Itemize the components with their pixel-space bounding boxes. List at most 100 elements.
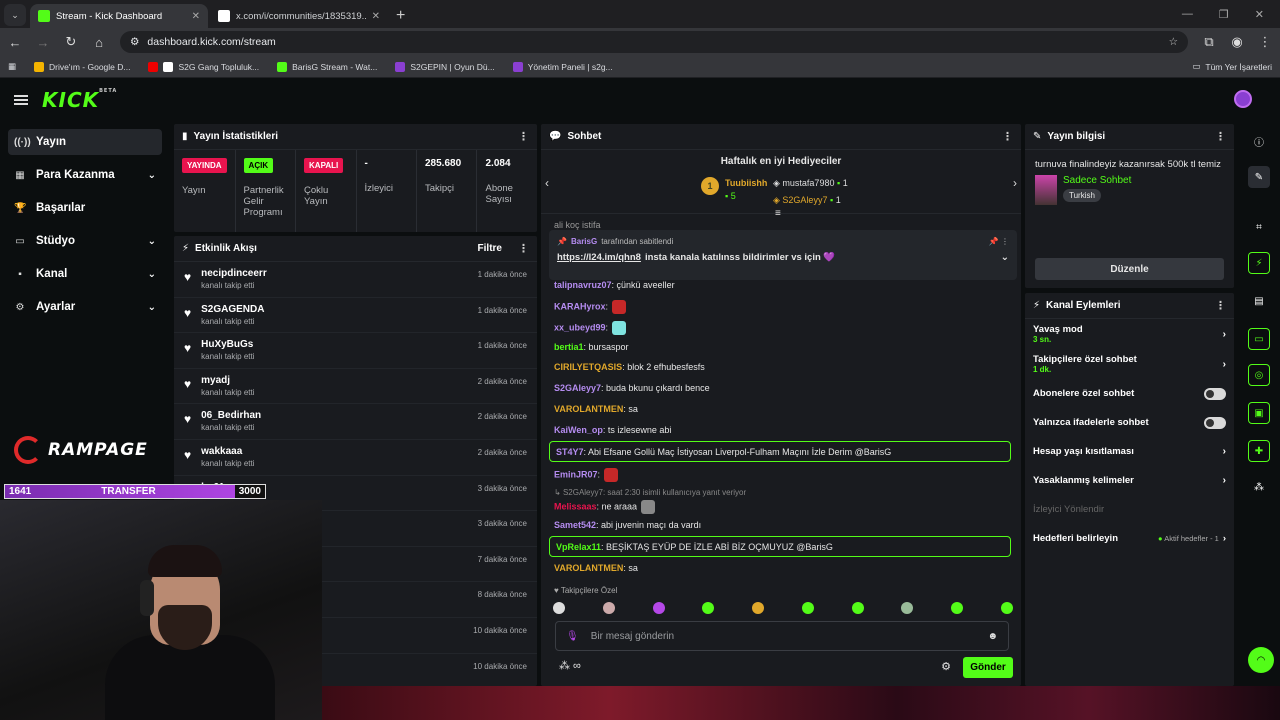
emote-icon[interactable] <box>801 602 814 614</box>
document-icon[interactable]: ▤ <box>1248 290 1270 312</box>
bolt-icon[interactable]: ⚡ <box>1248 252 1270 274</box>
emoji-icon[interactable]: ☻ <box>987 631 998 642</box>
menu-icon[interactable] <box>14 95 28 105</box>
browser-tab-kick[interactable]: Stream - Kick Dashboard ✕ <box>30 4 208 28</box>
bookmark-star-icon[interactable]: ☆ <box>1169 36 1178 48</box>
sidebar-item-para-kazanma[interactable]: ▦ Para Kazanma ⌄ <box>8 162 162 188</box>
close-window-icon[interactable]: ✕ <box>1255 8 1264 21</box>
category-link[interactable]: Sadece Sohbet <box>1063 175 1131 186</box>
bookmark-item[interactable]: Drive'ım - Google D... <box>34 61 130 72</box>
emote-icon[interactable] <box>1000 602 1013 614</box>
chevron-left-icon[interactable]: ‹ <box>545 176 549 190</box>
chat-input[interactable]: 🎙 Bir mesaj gönderin ☻ <box>555 621 1009 651</box>
extensions-icon[interactable]: ⧉ <box>1202 34 1216 50</box>
more-icon[interactable]: ⋮ <box>1215 299 1226 312</box>
kick-logo[interactable]: KICKBETA <box>42 88 117 112</box>
more-icon[interactable]: ⋮ <box>518 130 529 143</box>
panel-header: ⚡ Kanal Eylemleri ⋮ <box>1025 293 1234 319</box>
unpin-icon[interactable]: 📌 ⋮ <box>989 237 1009 246</box>
info-icon[interactable]: ⓘ <box>1248 130 1270 152</box>
send-button[interactable]: Gönder <box>963 657 1013 678</box>
s2g-icon <box>512 61 523 72</box>
banned-words-row[interactable]: Yasaklanmış kelimeler › <box>1025 466 1234 495</box>
age-restriction-row[interactable]: Hesap yaşı kısıtlaması › <box>1025 437 1234 466</box>
language-tag: Turkish <box>1063 189 1101 202</box>
emote-icon[interactable] <box>602 602 615 614</box>
stats-row: YAYINDA Yayın AÇIK Partnerlik Gelir Progra… <box>174 150 537 232</box>
heart-icon: ♥ <box>184 305 192 320</box>
address-bar: ← → ↻ ⌂ ⚙ dashboard.kick.com/stream ☆ ⧉ ◉ … <box>0 28 1280 56</box>
emote-icon[interactable] <box>652 602 665 614</box>
chat-points-icon[interactable]: ⁂ ∞ <box>559 659 581 672</box>
wrench-icon[interactable]: ✚ <box>1248 440 1270 462</box>
bookmark-item[interactable]: S2GEPIN | Oyun Dü... <box>395 61 495 72</box>
chevron-down-icon[interactable]: ⌄ <box>1001 252 1009 263</box>
stat-partnerlik: AÇIK Partnerlik Gelir Programı <box>236 150 297 232</box>
emote-icon[interactable] <box>901 602 914 614</box>
maximize-icon[interactable]: ❐ <box>1219 8 1229 21</box>
emote-icon[interactable] <box>553 602 565 614</box>
forward-icon[interactable]: → <box>36 35 50 50</box>
slow-mode-row[interactable]: Yavaş mod 3 sn. › <box>1025 319 1234 349</box>
bookmark-item[interactable]: Yönetim Paneli | s2g... <box>512 61 613 72</box>
chat-icon[interactable]: ▭ <box>1248 328 1270 350</box>
bookmark-item[interactable]: BarisG Stream - Wat... <box>277 61 377 72</box>
more-icon[interactable]: ⋮ <box>1002 130 1013 143</box>
layout-icon[interactable]: ▣ <box>1248 402 1270 424</box>
chevron-right-icon: › <box>1222 328 1226 340</box>
emote-only-toggle[interactable] <box>1204 416 1226 429</box>
emote-icon[interactable] <box>752 602 765 614</box>
status-badge: YAYINDA <box>182 158 227 173</box>
stream-title: turnuva finalindeyiz kazanırsak 500k tl … <box>1035 159 1221 170</box>
tab-search-button[interactable]: ⌄ <box>4 4 26 26</box>
more-icon[interactable]: ⋮ <box>1215 130 1226 143</box>
follower-chat-row[interactable]: Takipçilere özel sohbet 1 dk. › <box>1025 349 1234 379</box>
emote-icon[interactable] <box>851 602 864 614</box>
chat-message: EminJR07: <box>554 468 619 482</box>
user-avatar[interactable] <box>1234 90 1252 108</box>
pencil-icon[interactable]: ✎ <box>1248 166 1270 188</box>
emote-icon[interactable] <box>951 602 964 614</box>
pin-icon: 📌 <box>557 237 567 246</box>
edit-button[interactable]: Düzenle <box>1035 258 1224 280</box>
url-field[interactable]: ⚙ dashboard.kick.com/stream ☆ <box>120 31 1188 53</box>
sidebar-item-basarilar[interactable]: 🏆 Başarılar <box>8 195 162 221</box>
chevron-right-icon[interactable]: › <box>1013 176 1017 190</box>
minimize-icon[interactable]: — <box>1182 8 1193 20</box>
filter-button[interactable]: Filtre <box>478 243 502 254</box>
filter-icon[interactable]: ≡ <box>775 208 781 219</box>
all-bookmarks[interactable]: ▭ Tüm Yer İşaretleri <box>1192 61 1272 72</box>
new-tab-button[interactable]: + <box>388 7 413 28</box>
sidebar-item-kanal[interactable]: ▪ Kanal ⌄ <box>8 261 162 287</box>
close-tab-icon[interactable]: ✕ <box>192 11 200 22</box>
crop-icon[interactable]: ⌗ <box>1248 216 1270 238</box>
drive-icon <box>34 61 45 72</box>
sidebar-item-ayarlar[interactable]: ⚙ Ayarlar ⌄ <box>8 294 162 320</box>
back-icon[interactable]: ← <box>8 35 22 50</box>
rampage-swoosh-icon <box>14 436 42 464</box>
heart-icon: ♥ <box>184 270 192 284</box>
apps-icon[interactable]: ⁂ <box>1248 476 1270 498</box>
mic-icon[interactable]: 🎙 <box>566 631 579 642</box>
emote-icon[interactable] <box>702 602 715 614</box>
pinned-link[interactable]: https://l24.im/qhn8 <box>557 252 641 263</box>
sub-only-toggle[interactable] <box>1204 387 1226 400</box>
home-icon[interactable]: ⌂ <box>92 35 106 50</box>
goals-row[interactable]: Hedefleri belirleyin ● Aktif hedefler - 1… <box>1025 524 1234 553</box>
folder-icon: ▭ <box>1192 61 1201 71</box>
browser-tab-x[interactable]: x.com/i/communities/1835319... ✕ <box>210 4 388 28</box>
trophy-icon: 🏆 <box>14 202 27 214</box>
sidebar-item-yayin[interactable]: ((·)) Yayın <box>8 129 162 155</box>
close-tab-icon[interactable]: ✕ <box>372 11 380 22</box>
sidebar-item-studyo[interactable]: ▭ Stüdyo ⌄ <box>8 228 162 254</box>
bookmark-item[interactable]: S2G Gang Topluluk... <box>148 61 259 72</box>
broadcast-icon[interactable]: ◎ <box>1248 364 1270 386</box>
support-icon[interactable]: ◠ <box>1248 647 1274 673</box>
apps-icon[interactable]: ▦ <box>8 61 16 72</box>
profile-avatar-icon[interactable]: ◉ <box>1230 34 1244 50</box>
gear-icon[interactable]: ⚙ <box>941 660 951 673</box>
site-info-icon[interactable]: ⚙ <box>130 36 139 48</box>
reload-icon[interactable]: ↻ <box>64 34 78 50</box>
browser-menu-icon[interactable]: ⋮ <box>1258 34 1272 50</box>
more-icon[interactable]: ⋮ <box>518 242 529 255</box>
